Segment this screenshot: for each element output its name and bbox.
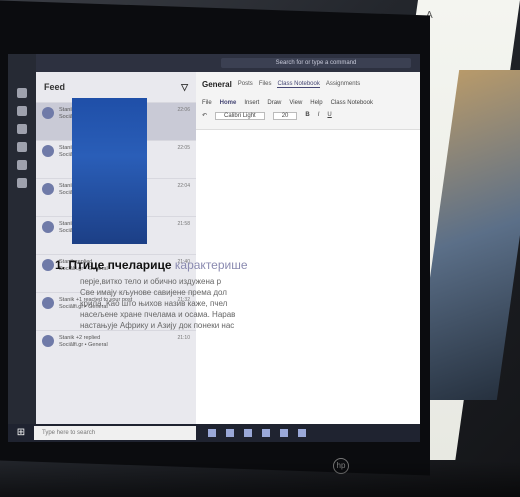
timestamp: 21:10 xyxy=(177,335,190,341)
edge-icon[interactable] xyxy=(244,429,252,437)
bold-icon[interactable]: B xyxy=(305,112,309,120)
shadow-overlay xyxy=(0,461,520,497)
avatar xyxy=(42,335,54,347)
calls-icon[interactable] xyxy=(17,160,27,170)
bird-photo xyxy=(72,98,147,244)
teams-icon[interactable] xyxy=(17,124,27,134)
windows-taskbar: ⊞ Type here to search xyxy=(8,424,420,442)
italic-icon[interactable]: I xyxy=(318,112,320,120)
teams-taskbar-icon[interactable] xyxy=(298,429,306,437)
tab-class-notebook[interactable]: Class Notebook xyxy=(277,81,320,88)
page-heading: 1. Птице пчеларице карактерише xyxy=(55,258,248,272)
chat-icon[interactable] xyxy=(17,106,27,116)
file-explorer-icon[interactable] xyxy=(262,429,270,437)
ribbon-tab-view[interactable]: View xyxy=(289,100,302,106)
search-input[interactable]: Search for or type a command xyxy=(221,58,411,68)
font-size-select[interactable]: 20 xyxy=(272,112,298,120)
undo-icon[interactable]: ↶ xyxy=(202,112,207,120)
feed-item[interactable]: Stanik +2 repliedSociălfi.gr • General 2… xyxy=(36,330,196,368)
ribbon-tab-home[interactable]: Home xyxy=(220,100,237,106)
activity-icon[interactable] xyxy=(17,88,27,98)
task-view-icon[interactable] xyxy=(226,429,234,437)
taskbar-search-input[interactable]: Type here to search xyxy=(34,426,196,440)
avatar xyxy=(42,183,54,195)
ribbon-tab-file[interactable]: File xyxy=(202,100,212,106)
feed-title[interactable]: Feed xyxy=(44,82,65,92)
tab-posts[interactable]: Posts xyxy=(238,81,253,87)
channel-header: General Posts Files Class Notebook Assig… xyxy=(196,72,420,96)
ribbon: File Home Insert Draw View Help Class No… xyxy=(196,96,420,130)
channel-name: General xyxy=(202,79,232,89)
timestamp: 22:06 xyxy=(177,107,190,113)
channel-main: General Posts Files Class Notebook Assig… xyxy=(196,72,420,424)
tab-files[interactable]: Files xyxy=(259,81,272,87)
store-icon[interactable] xyxy=(280,429,288,437)
timestamp: 21:58 xyxy=(177,221,190,227)
avatar xyxy=(42,297,54,309)
avatar xyxy=(42,107,54,119)
ribbon-tab-class-notebook[interactable]: Class Notebook xyxy=(331,100,373,106)
ribbon-tab-help[interactable]: Help xyxy=(310,100,322,106)
font-select[interactable]: Calibri Light xyxy=(215,112,265,120)
timestamp: 22:05 xyxy=(177,145,190,151)
underline-icon[interactable]: U xyxy=(327,112,331,120)
ribbon-tab-draw[interactable]: Draw xyxy=(267,100,281,106)
files-icon[interactable] xyxy=(17,178,27,188)
avatar xyxy=(42,259,54,271)
avatar xyxy=(42,145,54,157)
filter-icon[interactable]: ▽ xyxy=(181,82,188,93)
timestamp: 22:04 xyxy=(177,183,190,189)
app-rail xyxy=(8,54,36,442)
cortana-icon[interactable] xyxy=(208,429,216,437)
laptop-screen: Search for or type a command Feed ▽ Stan… xyxy=(8,54,420,442)
ribbon-tab-insert[interactable]: Insert xyxy=(244,100,259,106)
tab-assignments[interactable]: Assignments xyxy=(326,81,360,87)
windows-start-icon[interactable]: ⊞ xyxy=(14,426,28,440)
page-paragraph: перје,витко тело и обично издужена р Све… xyxy=(80,277,236,330)
calendar-icon[interactable] xyxy=(17,142,27,152)
top-bar: Search for or type a command xyxy=(36,54,420,72)
avatar xyxy=(42,221,54,233)
